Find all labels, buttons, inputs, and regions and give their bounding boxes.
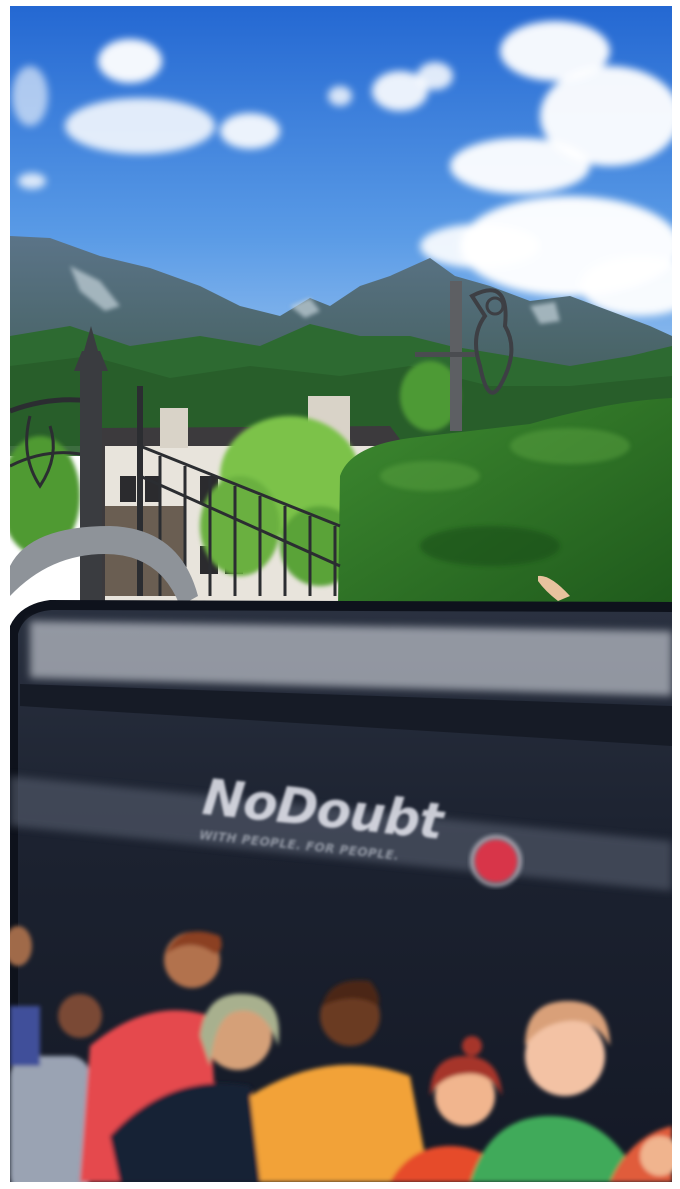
photo-frame: NoDoubt WITH PEOPLE. FOR PEOPLE. bbox=[10, 6, 672, 1182]
accent-dot bbox=[474, 839, 518, 883]
scene bbox=[10, 6, 672, 1182]
